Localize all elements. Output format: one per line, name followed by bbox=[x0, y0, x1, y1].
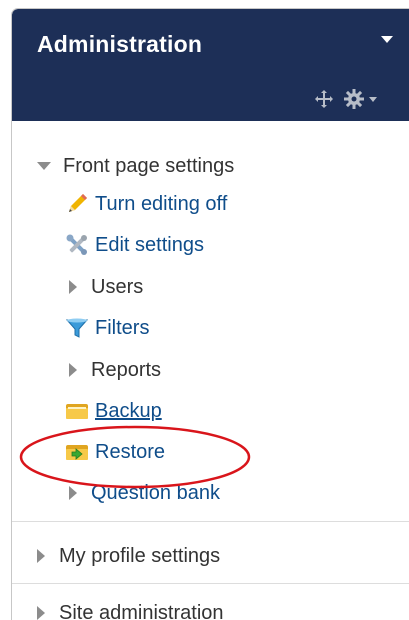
admin-tree: Front page settings Turn editing off Edi… bbox=[12, 121, 409, 620]
divider bbox=[12, 521, 409, 522]
restore-link[interactable]: Restore bbox=[65, 435, 165, 469]
block-header: Administration bbox=[12, 9, 409, 121]
divider bbox=[12, 583, 409, 584]
folder-restore-icon bbox=[66, 445, 88, 460]
turn-editing-off-link[interactable]: Turn editing off bbox=[65, 187, 227, 221]
front-page-settings-node[interactable]: Front page settings bbox=[37, 149, 234, 183]
triangle-down-icon[interactable] bbox=[376, 32, 398, 48]
expand-arrow-icon bbox=[37, 549, 45, 563]
filters-link[interactable]: Filters bbox=[65, 311, 149, 345]
expand-arrow-icon bbox=[37, 606, 45, 620]
users-node[interactable]: Users bbox=[69, 270, 143, 304]
expanded-arrow-icon bbox=[37, 162, 51, 170]
expand-arrow-icon bbox=[69, 280, 77, 294]
expand-arrow-icon bbox=[69, 363, 77, 377]
move-cross-icon[interactable] bbox=[314, 89, 334, 109]
my-profile-settings-node[interactable]: My profile settings bbox=[37, 539, 220, 573]
block-title: Administration bbox=[37, 31, 203, 57]
funnel-icon bbox=[65, 318, 89, 338]
pencil-icon bbox=[69, 194, 87, 212]
folder-icon bbox=[66, 404, 88, 419]
backup-link[interactable]: Backup bbox=[65, 394, 162, 428]
question-bank-node[interactable]: Question bank bbox=[69, 476, 220, 510]
site-administration-node[interactable]: Site administration bbox=[37, 596, 224, 620]
reports-node[interactable]: Reports bbox=[69, 353, 161, 387]
expand-arrow-icon bbox=[69, 486, 77, 500]
gear-icon[interactable] bbox=[342, 87, 402, 111]
administration-block: Administration Front page settings Turn … bbox=[11, 8, 409, 620]
tools-icon bbox=[66, 234, 87, 255]
edit-settings-link[interactable]: Edit settings bbox=[65, 228, 204, 262]
